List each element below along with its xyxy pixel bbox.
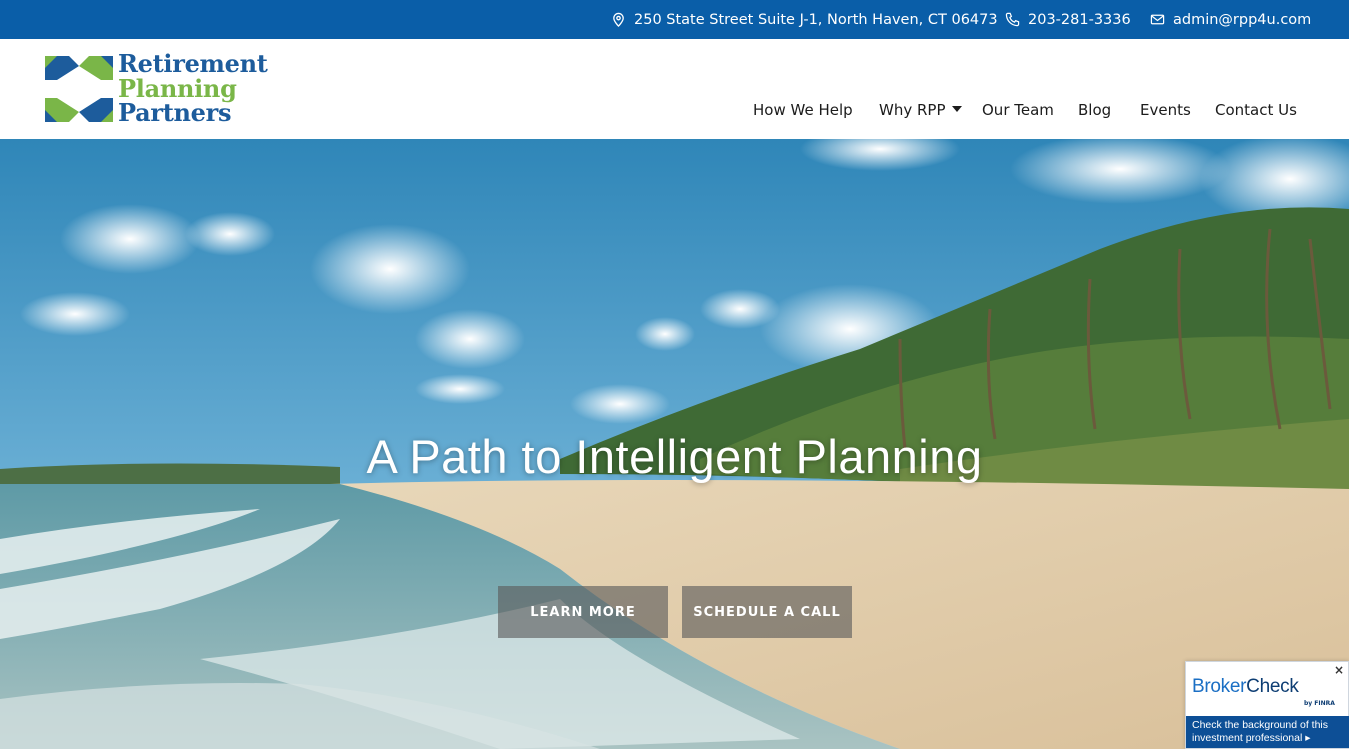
caret-right-icon: ▸ bbox=[1305, 732, 1311, 744]
location-pin-icon bbox=[613, 12, 624, 27]
phone-icon bbox=[1005, 12, 1020, 27]
address-link[interactable]: 250 State Street Suite J-1, North Haven,… bbox=[611, 0, 998, 39]
brokercheck-brand-b: Check bbox=[1246, 676, 1299, 697]
learn-more-button[interactable]: LEARN MORE bbox=[498, 586, 668, 638]
email-text: admin@rpp4u.com bbox=[1173, 11, 1312, 28]
nav-label: Our Team bbox=[982, 101, 1054, 119]
nav-contact-us[interactable]: Contact Us bbox=[1215, 101, 1297, 119]
finra-label: by FINRA bbox=[1304, 700, 1335, 707]
nav-events[interactable]: Events bbox=[1140, 101, 1191, 119]
site-logo[interactable]: Retirement Planning Partners bbox=[45, 49, 275, 127]
logo-line-3: Partners bbox=[118, 98, 232, 127]
nav-label: Why RPP bbox=[879, 101, 946, 119]
top-contact-bar: 250 State Street Suite J-1, North Haven,… bbox=[0, 0, 1349, 39]
nav-blog[interactable]: Blog bbox=[1078, 101, 1111, 119]
nav-label: How We Help bbox=[753, 101, 853, 119]
envelope-icon bbox=[1150, 14, 1165, 25]
phone-text: 203-281-3336 bbox=[1028, 11, 1131, 28]
caret-down-icon bbox=[951, 105, 962, 112]
hero-section: A Path to Intelligent Planning LEARN MOR… bbox=[0, 139, 1349, 749]
email-link[interactable]: admin@rpp4u.com bbox=[1150, 0, 1311, 39]
hero-title: A Path to Intelligent Planning bbox=[366, 430, 983, 483]
address-text: 250 State Street Suite J-1, North Haven,… bbox=[634, 11, 998, 28]
phone-link[interactable]: 203-281-3336 bbox=[1005, 0, 1131, 39]
brokercheck-link[interactable]: Check the background of this investment … bbox=[1186, 716, 1349, 748]
nav-why-rpp[interactable]: Why RPP bbox=[879, 101, 962, 119]
nav-our-team[interactable]: Our Team bbox=[982, 101, 1054, 119]
nav-how-we-help[interactable]: How We Help bbox=[753, 101, 853, 119]
brokercheck-widget[interactable]: × BrokerCheck by FINRA Check the backgro… bbox=[1185, 661, 1349, 749]
brokercheck-logo: BrokerCheck bbox=[1192, 676, 1299, 698]
close-icon[interactable]: × bbox=[1334, 663, 1344, 677]
nav-label: Contact Us bbox=[1215, 101, 1297, 119]
logo-mark-icon bbox=[45, 56, 113, 122]
brokercheck-brand-a: Broker bbox=[1192, 676, 1247, 697]
site-header: Retirement Planning Partners How We Help… bbox=[0, 39, 1349, 139]
logo-line-1: Retirement bbox=[118, 49, 268, 78]
nav-label: Blog bbox=[1078, 101, 1112, 119]
nav-label: Events bbox=[1140, 101, 1191, 119]
schedule-call-button[interactable]: SCHEDULE A CALL bbox=[682, 586, 852, 638]
